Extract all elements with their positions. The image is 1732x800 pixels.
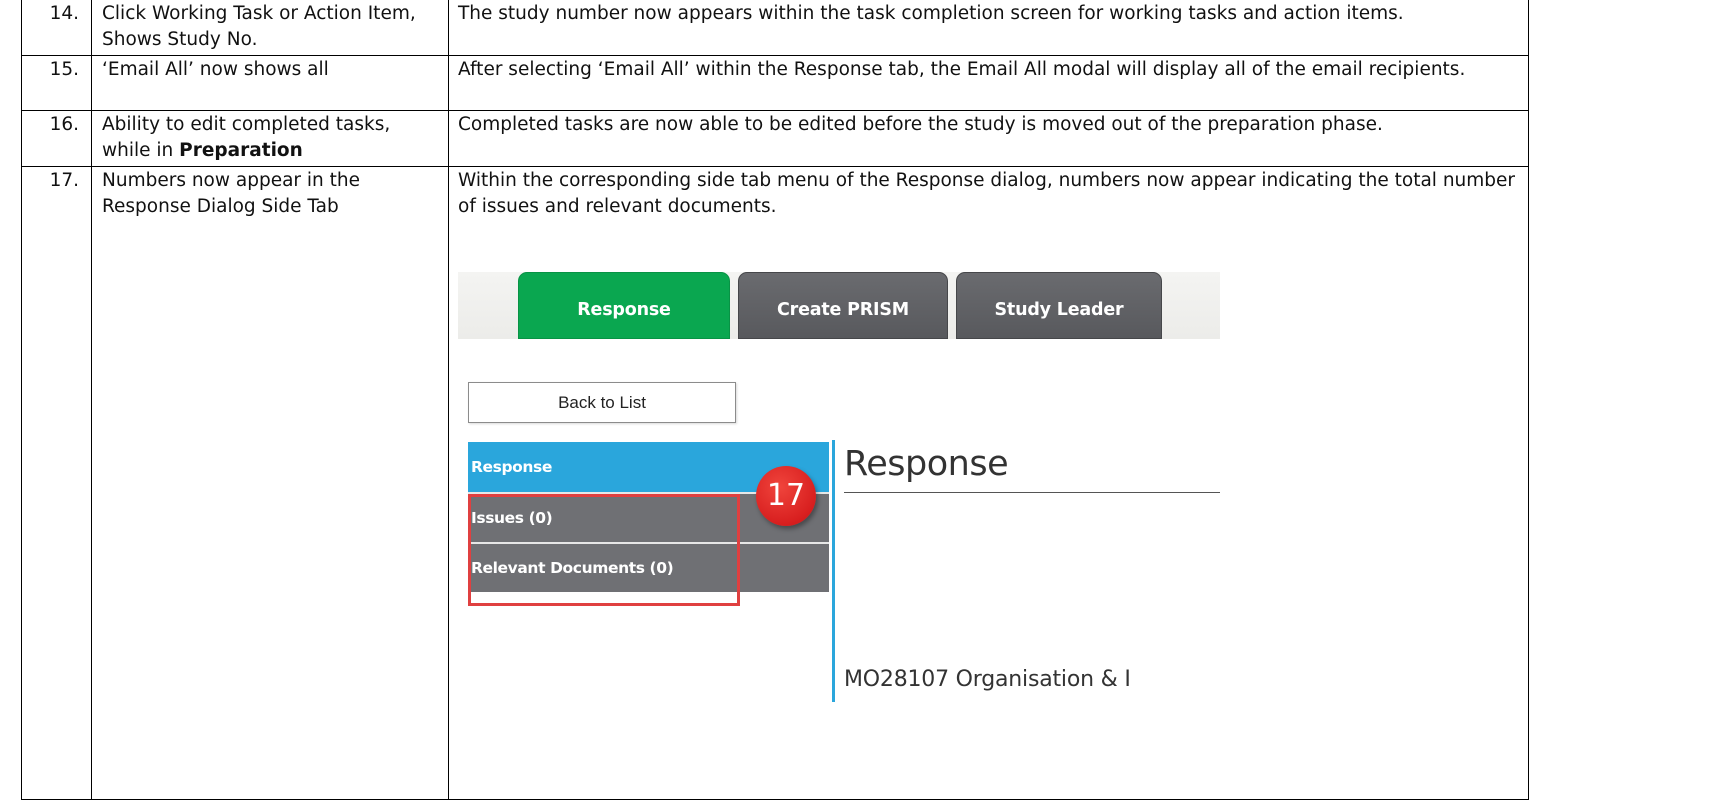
row-number: 17.	[21, 166, 92, 800]
table-row: 17. Numbers now appear in the Response D…	[21, 166, 1529, 800]
release-notes-table: 14. Click Working Task or Action Item, S…	[21, 0, 1529, 800]
description-cell: Completed tasks are now able to be edite…	[448, 110, 1529, 167]
description-cell: Within the corresponding side tab menu o…	[448, 166, 1529, 800]
feature-cell: Numbers now appear in the Response Dialo…	[91, 166, 449, 800]
embedded-screenshot: Response Create PRISM Study Leader Back …	[458, 272, 1220, 712]
back-to-list-button[interactable]: Back to List	[468, 382, 736, 423]
tab-bar: Response Create PRISM Study Leader	[458, 272, 1220, 339]
tab-study-leader[interactable]: Study Leader	[956, 272, 1162, 339]
description-cell: After selecting ‘Email All’ within the R…	[448, 55, 1529, 111]
feature-cell: ‘Email All’ now shows all	[91, 55, 449, 111]
panel-heading: Response	[844, 444, 1009, 484]
table-row: 14. Click Working Task or Action Item, S…	[21, 0, 1529, 56]
feature-cell: Ability to edit completed tasks, while i…	[91, 110, 449, 167]
heading-rule	[844, 492, 1220, 493]
callout-badge: 17	[756, 466, 816, 526]
row-number: 15.	[21, 55, 92, 111]
feature-bold-text: Preparation	[179, 140, 303, 161]
highlight-box	[468, 494, 740, 606]
table-row: 16. Ability to edit completed tasks, whi…	[21, 110, 1529, 167]
panel-divider	[832, 440, 835, 702]
feature-cell: Click Working Task or Action Item, Shows…	[91, 0, 449, 56]
description-cell: The study number now appears within the …	[448, 0, 1529, 56]
row-number: 16.	[21, 110, 92, 167]
tab-create-prism[interactable]: Create PRISM	[738, 272, 948, 339]
study-number-line: MO28107 Organisation & I	[844, 667, 1131, 692]
row-number: 14.	[21, 0, 92, 56]
tab-response[interactable]: Response	[518, 272, 730, 339]
table-row: 15. ‘Email All’ now shows all After sele…	[21, 55, 1529, 111]
description-text: Within the corresponding side tab menu o…	[458, 170, 1516, 217]
